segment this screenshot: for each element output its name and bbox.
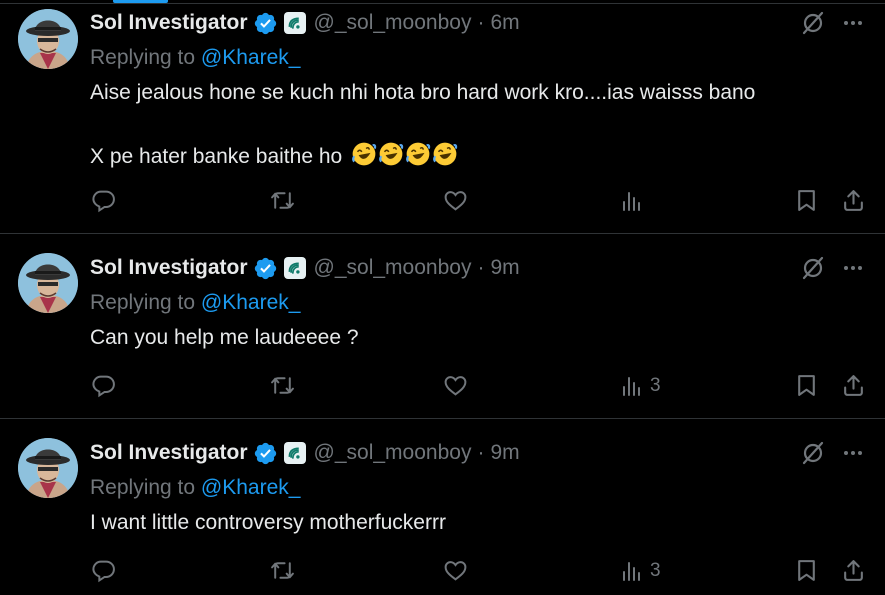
grok-icon[interactable]	[800, 255, 826, 281]
share-button[interactable]	[841, 372, 866, 398]
affiliate-logo-icon[interactable]	[283, 442, 306, 464]
verified-badge-icon[interactable]	[253, 11, 278, 36]
bookmark-icon	[794, 188, 819, 213]
tweet-2[interactable]: Sol Investigator @_sol_moonboy · 9m Repl…	[0, 234, 885, 417]
verified-badge-icon[interactable]	[253, 256, 278, 281]
views-count: 3	[650, 560, 661, 581]
views-button[interactable]: 3	[620, 558, 661, 584]
more-icon[interactable]	[840, 255, 866, 281]
replying-prefix: Replying to	[90, 291, 201, 314]
grok-icon[interactable]	[800, 10, 826, 36]
views-icon	[620, 374, 644, 398]
repost-button[interactable]	[270, 557, 295, 583]
like-button[interactable]	[443, 557, 468, 583]
timestamp[interactable]: 9m	[490, 256, 519, 280]
more-icon[interactable]	[840, 440, 866, 466]
replying-to: Replying to @Kharek_	[90, 46, 300, 70]
verified-badge-icon[interactable]	[253, 441, 278, 466]
bookmark-icon	[794, 373, 819, 398]
mention-link[interactable]: @Kharek_	[201, 291, 301, 314]
like-icon	[443, 558, 468, 583]
reply-button[interactable]	[91, 372, 116, 398]
tweet-text-line: I want little controversy motherfuckerrr	[90, 511, 446, 534]
views-button[interactable]: 3	[620, 373, 661, 399]
rofl-emoji-icon	[351, 141, 377, 167]
views-icon	[620, 559, 644, 583]
tweet-text-line: Aise jealous hone se kuch nhi hota bro h…	[90, 81, 756, 104]
share-button[interactable]	[841, 557, 866, 583]
repost-icon	[270, 558, 295, 583]
bookmark-button[interactable]	[794, 187, 819, 213]
handle[interactable]: @_sol_moonboy	[314, 256, 472, 280]
rofl-emoji-icon	[378, 141, 404, 167]
replying-prefix: Replying to	[90, 476, 201, 499]
reply-icon	[91, 373, 116, 398]
views-button[interactable]	[620, 188, 650, 214]
mention-link[interactable]: @Kharek_	[201, 46, 301, 69]
reply-icon	[91, 188, 116, 213]
replying-to: Replying to @Kharek_	[90, 291, 300, 315]
avatar[interactable]	[18, 438, 78, 498]
avatar[interactable]	[18, 9, 78, 69]
like-button[interactable]	[443, 372, 468, 398]
repost-icon	[270, 373, 295, 398]
tweet-text-line: X pe hater banke baithe ho	[90, 141, 459, 169]
rofl-emoji-icon	[432, 141, 458, 167]
views-count: 3	[650, 375, 661, 396]
tweet-header: Sol Investigator @_sol_moonboy · 9m	[90, 255, 520, 281]
mention-link[interactable]: @Kharek_	[201, 476, 301, 499]
share-icon	[841, 188, 866, 213]
separator: ·	[477, 441, 485, 464]
tweet-header: Sol Investigator @_sol_moonboy · 6m	[90, 10, 520, 36]
tweet-header: Sol Investigator @_sol_moonboy · 9m	[90, 440, 520, 466]
share-icon	[841, 373, 866, 398]
replying-prefix: Replying to	[90, 46, 201, 69]
affiliate-logo-icon[interactable]	[283, 257, 306, 279]
repost-button[interactable]	[270, 187, 295, 213]
share-button[interactable]	[841, 187, 866, 213]
emoji-row	[351, 145, 459, 168]
reply-button[interactable]	[91, 187, 116, 213]
affiliate-logo-icon[interactable]	[283, 12, 306, 34]
handle[interactable]: @_sol_moonboy	[314, 441, 472, 465]
like-icon	[443, 373, 468, 398]
display-name[interactable]: Sol Investigator	[90, 441, 248, 465]
separator: ·	[477, 256, 485, 279]
replying-to: Replying to @Kharek_	[90, 476, 300, 500]
like-button[interactable]	[443, 187, 468, 213]
display-name[interactable]: Sol Investigator	[90, 11, 248, 35]
bookmark-icon	[794, 558, 819, 583]
reply-button[interactable]	[91, 557, 116, 583]
repost-icon	[270, 188, 295, 213]
tweet-1[interactable]: Sol Investigator @_sol_moonboy · 6m Repl…	[0, 0, 885, 232]
like-icon	[443, 188, 468, 213]
share-icon	[841, 558, 866, 583]
tweet-3[interactable]: Sol Investigator @_sol_moonboy · 9m Repl…	[0, 419, 885, 595]
reply-icon	[91, 558, 116, 583]
repost-button[interactable]	[270, 372, 295, 398]
avatar[interactable]	[18, 253, 78, 313]
more-icon[interactable]	[840, 10, 866, 36]
rofl-emoji-icon	[405, 141, 431, 167]
bookmark-button[interactable]	[794, 557, 819, 583]
handle[interactable]: @_sol_moonboy	[314, 11, 472, 35]
display-name[interactable]: Sol Investigator	[90, 256, 248, 280]
grok-icon[interactable]	[800, 440, 826, 466]
timestamp[interactable]: 9m	[490, 441, 519, 465]
tweet-text-fragment: X pe hater banke baithe ho	[90, 145, 343, 168]
tweet-text-line: Can you help me laudeeee ?	[90, 326, 359, 349]
bookmark-button[interactable]	[794, 372, 819, 398]
timestamp[interactable]: 6m	[490, 11, 519, 35]
views-icon	[620, 189, 644, 213]
separator: ·	[477, 11, 485, 34]
